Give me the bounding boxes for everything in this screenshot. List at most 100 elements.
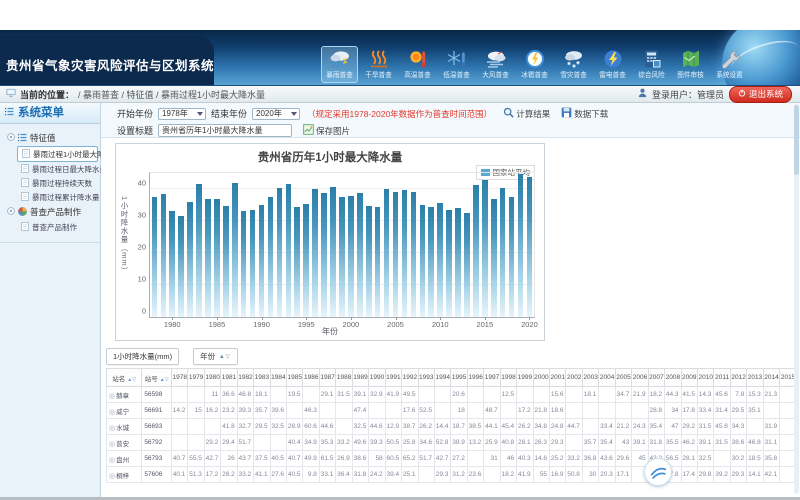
col-header-year-2012[interactable]: 2012	[730, 369, 746, 387]
col-header-year-1990[interactable]: 1990	[369, 369, 385, 387]
sidebar-section-0[interactable]: 特征值	[0, 130, 100, 146]
nav-item-hail[interactable]: 冰雹普查	[516, 46, 553, 83]
col-header-year-1978[interactable]: 1978	[171, 369, 187, 387]
value-cell: 39.4	[385, 467, 401, 483]
col-header-year-1998[interactable]: 1998	[500, 369, 516, 387]
nav-item-composite-risk[interactable]: 综合风险	[633, 46, 670, 83]
station-name-cell[interactable]: ◎水城	[107, 419, 142, 435]
sidebar-section-1[interactable]: 普查产品制作	[0, 204, 100, 220]
logout-button[interactable]: 退出系统	[729, 86, 792, 103]
col-header-year-1981[interactable]: 1981	[221, 369, 237, 387]
col-header-year-1996[interactable]: 1996	[467, 369, 483, 387]
sidebar-item[interactable]: 暴雨过程1小时最大降水量	[17, 146, 98, 162]
col-header-year-2005[interactable]: 2005	[615, 369, 631, 387]
value-cell: 61.5	[319, 451, 335, 467]
value-cell	[566, 435, 582, 451]
value-field-chip[interactable]: 1小时降水量(mm)	[106, 348, 179, 365]
col-header-year-2000[interactable]: 2000	[533, 369, 549, 387]
col-header-year-1989[interactable]: 1989	[352, 369, 368, 387]
expand-icon[interactable]: ◎	[109, 393, 115, 400]
col-header-year-1987[interactable]: 1987	[319, 369, 335, 387]
nav-item-drought[interactable]: 干旱普查	[360, 46, 397, 83]
chart-title-input[interactable]	[158, 124, 292, 137]
col-header-year-1979[interactable]: 1979	[188, 369, 204, 387]
station-name-cell[interactable]: ◎威宁	[107, 403, 142, 419]
station-id-cell: 56691	[142, 403, 172, 419]
data-download-button[interactable]: 数据下载	[561, 107, 608, 120]
station-name-cell[interactable]: ◎盘州	[107, 451, 142, 467]
col-header-year-1999[interactable]: 1999	[517, 369, 533, 387]
expand-icon[interactable]: ◎	[109, 409, 115, 416]
nav-item-wind[interactable]: 大风普查	[477, 46, 514, 83]
col-header-year-2014[interactable]: 2014	[763, 369, 779, 387]
bar-1978	[152, 197, 158, 317]
nav-item-settings[interactable]: 系统设置	[711, 46, 748, 83]
sidebar-item[interactable]: 暴雨过程日最大降水量	[0, 162, 100, 176]
column-field-chip[interactable]: 年份 ▲▽	[193, 348, 238, 365]
col-header-year-2003[interactable]: 2003	[582, 369, 598, 387]
col-header-year-1993[interactable]: 1993	[418, 369, 434, 387]
sidebar-item[interactable]: 暴雨过程持续天数	[0, 176, 100, 190]
nav-item-snow[interactable]: 雪灾普查	[555, 46, 592, 83]
breadcrumb[interactable]: / 暴雨普查 / 特征值 / 暴雨过程1小时最大降水量	[78, 88, 265, 101]
col-header-year-1994[interactable]: 1994	[434, 369, 450, 387]
expand-icon[interactable]: ◎	[109, 425, 115, 432]
save-image-button[interactable]: 保存图片	[303, 124, 350, 137]
col-header-year-1982[interactable]: 1982	[237, 369, 253, 387]
col-header-year-1995[interactable]: 1995	[451, 369, 467, 387]
col-header-year-2007[interactable]: 2007	[648, 369, 664, 387]
scrollbar-thumb[interactable]	[794, 105, 799, 175]
col-header-year-2008[interactable]: 2008	[665, 369, 681, 387]
floating-action-button[interactable]	[644, 458, 672, 486]
col-header-year-2006[interactable]: 2006	[632, 369, 648, 387]
value-cell: 32.5	[352, 419, 368, 435]
expand-icon[interactable]: ◎	[109, 441, 115, 448]
expand-icon[interactable]: ◎	[109, 473, 115, 480]
station-name-cell[interactable]: ◎赫章	[107, 387, 142, 403]
col-header-year-2009[interactable]: 2009	[681, 369, 697, 387]
end-year-select[interactable]: 2020年	[252, 108, 300, 120]
col-header-year-1986[interactable]: 1986	[303, 369, 319, 387]
nav-item-map-review[interactable]: 图件审核	[672, 46, 709, 83]
bar-1993	[286, 184, 292, 317]
calc-result-button[interactable]: 计算结果	[503, 107, 550, 120]
col-header-station-id[interactable]: 站号▲▽	[142, 369, 172, 387]
value-cell: 34	[665, 403, 681, 419]
snowflake-thermometer-icon	[439, 48, 474, 70]
col-header-year-2004[interactable]: 2004	[599, 369, 615, 387]
col-header-year-2010[interactable]: 2010	[697, 369, 713, 387]
value-cell: 31.5	[714, 435, 730, 451]
nav-item-rainstorm[interactable]: 暴雨普查	[321, 46, 358, 83]
vertical-scrollbar[interactable]	[794, 104, 799, 494]
col-header-station-name[interactable]: 站名▲▽	[107, 369, 142, 387]
nav-item-lightning[interactable]: 雷电普查	[594, 46, 631, 83]
value-cell: 34.7	[615, 387, 631, 403]
col-header-year-1980[interactable]: 1980	[204, 369, 220, 387]
col-header-year-2013[interactable]: 2013	[747, 369, 763, 387]
value-cell: 36.6	[221, 387, 237, 403]
sidebar-item[interactable]: 暴雨过程累计降水量	[0, 190, 100, 204]
sun-thermometer-icon	[400, 48, 435, 70]
col-header-year-2011[interactable]: 2011	[714, 369, 730, 387]
y-axis-label: 1小时降水量（mm）	[119, 196, 130, 275]
nav-item-high-temp[interactable]: 高温普查	[399, 46, 436, 83]
col-header-year-1997[interactable]: 1997	[484, 369, 500, 387]
value-cell: 29.2	[681, 419, 697, 435]
value-cell: 45.8	[714, 419, 730, 435]
col-header-year-1984[interactable]: 1984	[270, 369, 286, 387]
col-header-year-1983[interactable]: 1983	[254, 369, 270, 387]
col-header-year-1988[interactable]: 1988	[336, 369, 352, 387]
col-header-year-2002[interactable]: 2002	[566, 369, 582, 387]
station-name-cell[interactable]: ◎普安	[107, 435, 142, 451]
station-name-cell[interactable]: ◎桐梓	[107, 467, 142, 483]
start-year-select[interactable]: 1978年	[158, 108, 206, 120]
col-header-year-2001[interactable]: 2001	[550, 369, 566, 387]
value-cell: 35.7	[582, 435, 598, 451]
col-header-year-1985[interactable]: 1985	[287, 369, 303, 387]
sidebar-item-label: 暴雨过程持续天数	[32, 178, 92, 189]
col-header-year-1992[interactable]: 1992	[402, 369, 418, 387]
expand-icon[interactable]: ◎	[109, 457, 115, 464]
col-header-year-1991[interactable]: 1991	[385, 369, 401, 387]
nav-item-low-temp[interactable]: 低温普查	[438, 46, 475, 83]
sidebar-item[interactable]: 普查产品制作	[0, 220, 100, 234]
